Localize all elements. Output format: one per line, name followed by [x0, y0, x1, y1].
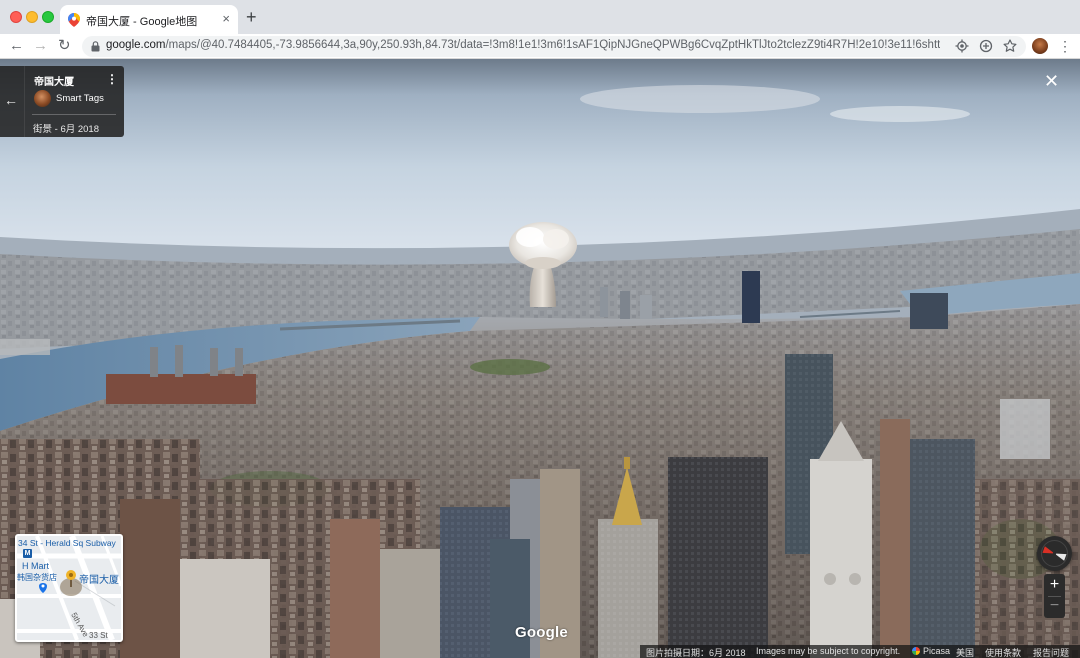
zoom-controls: + −	[1044, 574, 1065, 618]
card-divider-horizontal	[32, 114, 116, 115]
minimap-hmart-label: H Mart	[22, 561, 49, 571]
contributor-avatar[interactable]	[34, 90, 51, 107]
minimap[interactable]: 34 St - Herald Sq Subway M H Mart 韩国杂货店 …	[15, 534, 123, 642]
minimap-roads	[17, 536, 121, 640]
forward-button[interactable]: →	[33, 37, 48, 55]
close-street-view-icon[interactable]: ✕	[1044, 72, 1059, 90]
new-tab-button[interactable]: +	[246, 8, 257, 26]
location-target-icon[interactable]	[955, 39, 969, 53]
zoom-out-button[interactable]: −	[1044, 597, 1065, 615]
back-button[interactable]: ←	[9, 37, 24, 55]
reload-button[interactable]: ↻	[58, 37, 71, 55]
terms-link[interactable]: 使用条款	[985, 646, 1021, 658]
lock-icon	[91, 41, 100, 52]
zoom-in-button[interactable]: +	[1044, 576, 1065, 594]
region-link[interactable]: 美国	[956, 646, 974, 658]
compass[interactable]	[1037, 536, 1072, 571]
compass-needle-icon	[1041, 540, 1068, 567]
google-logo: Google	[515, 624, 568, 641]
card-divider	[24, 66, 25, 137]
window-close-button[interactable]	[10, 11, 22, 23]
minimap-33-st-label: 33 St	[89, 631, 108, 640]
tab-bar: 帝国大厦 - Google地图 × +	[0, 0, 1080, 34]
minimap-store-label: 韩国杂货店	[17, 573, 57, 582]
metro-icon: M	[23, 549, 32, 558]
url-text[interactable]: google.com/maps/@40.7484405,-73.9856644,…	[106, 39, 940, 51]
card-more-icon[interactable]: ⋮	[106, 73, 118, 85]
contributor-name[interactable]: Smart Tags	[56, 93, 104, 104]
address-bar[interactable]: google.com/maps/@40.7484405,-73.9856644,…	[82, 36, 1026, 57]
picasa-label: Picasa	[923, 646, 951, 656]
location-info-card: ← 帝国大厦 ⋮ Smart Tags 街景 - 6月 2018	[0, 66, 124, 137]
minimap-subway-label: 34 St - Herald Sq Subway	[18, 538, 116, 548]
panorama-image[interactable]	[0, 59, 1080, 658]
browser-menu-icon[interactable]: ⋮	[1058, 37, 1072, 55]
profile-avatar[interactable]	[1032, 38, 1048, 54]
bookmark-star-icon[interactable]	[1003, 39, 1017, 53]
back-arrow-icon[interactable]: ←	[4, 93, 18, 107]
photo-date: 图片拍摄日期：6月 2018	[646, 648, 746, 658]
attribution-footer: 图片拍摄日期：6月 2018 Images may be subject to …	[640, 645, 1080, 658]
window-minimize-button[interactable]	[26, 11, 38, 23]
capture-date: 街景 - 6月 2018	[33, 124, 99, 135]
report-problem-link[interactable]: 报告问题	[1033, 646, 1069, 658]
place-title[interactable]: 帝国大厦	[34, 73, 74, 88]
maps-pin-icon	[68, 13, 80, 27]
copyright-notice: Images may be subject to copyright.	[756, 646, 901, 656]
zoom-plus-icon[interactable]	[979, 39, 993, 53]
street-view-panorama[interactable]: ← 帝国大厦 ⋮ Smart Tags 街景 - 6月 2018 ✕ 34 St…	[0, 59, 1080, 658]
window-zoom-button[interactable]	[42, 11, 54, 23]
minimap-place-label: 帝国大厦	[79, 575, 119, 586]
picasa-icon	[912, 647, 920, 655]
url-host: google.com	[106, 39, 166, 51]
browser-toolbar: ← → ↻ google.com/maps/@40.7484405,-73.98…	[0, 34, 1080, 59]
tab-close-icon[interactable]: ×	[222, 11, 230, 27]
url-path: /maps/@40.7484405,-73.9856644,3a,90y,250…	[165, 39, 940, 51]
browser-tab[interactable]: 帝国大厦 - Google地图 ×	[60, 5, 238, 34]
tab-title: 帝国大厦 - Google地图	[86, 16, 198, 28]
